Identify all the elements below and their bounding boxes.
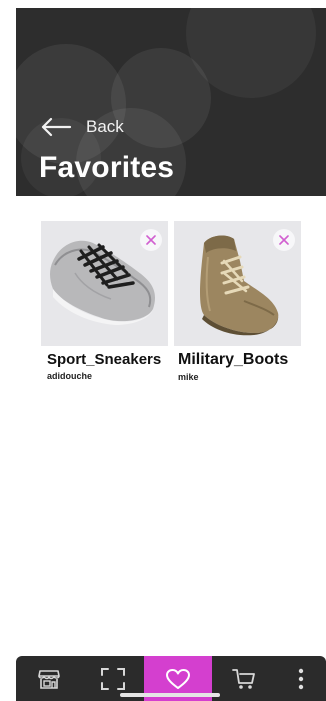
seller-name: adidouche — [47, 371, 93, 381]
product-image[interactable] — [41, 221, 168, 346]
favorites-grid: Sport_Sneakers adidouche Military_Boots … — [41, 221, 301, 382]
product-name[interactable]: Military_Boots — [178, 351, 301, 369]
product-name[interactable]: Sport_Sneakers — [47, 351, 168, 368]
header: Back Favorites — [16, 8, 326, 196]
home-indicator[interactable] — [120, 693, 220, 697]
nav-item-store[interactable] — [16, 656, 82, 701]
nav-item-cart[interactable] — [212, 656, 276, 701]
arrow-left-icon — [40, 117, 72, 137]
favorite-card[interactable]: Military_Boots mike — [174, 221, 301, 382]
back-button[interactable]: Back — [40, 112, 124, 142]
nav-item-more[interactable] — [276, 656, 326, 701]
close-icon — [279, 235, 289, 245]
remove-favorite-button[interactable] — [273, 229, 295, 251]
scan-icon — [101, 667, 125, 690]
remove-favorite-button[interactable] — [140, 229, 162, 251]
heart-icon — [166, 668, 190, 689]
more-vertical-icon — [298, 668, 304, 689]
cart-icon — [232, 668, 255, 689]
seller-name: mike — [178, 372, 199, 382]
close-icon — [146, 235, 156, 245]
favorite-card[interactable]: Sport_Sneakers adidouche — [41, 221, 168, 382]
page-title: Favorites — [39, 151, 175, 184]
product-image[interactable] — [174, 221, 301, 346]
store-icon — [38, 669, 60, 689]
back-label: Back — [86, 117, 124, 136]
